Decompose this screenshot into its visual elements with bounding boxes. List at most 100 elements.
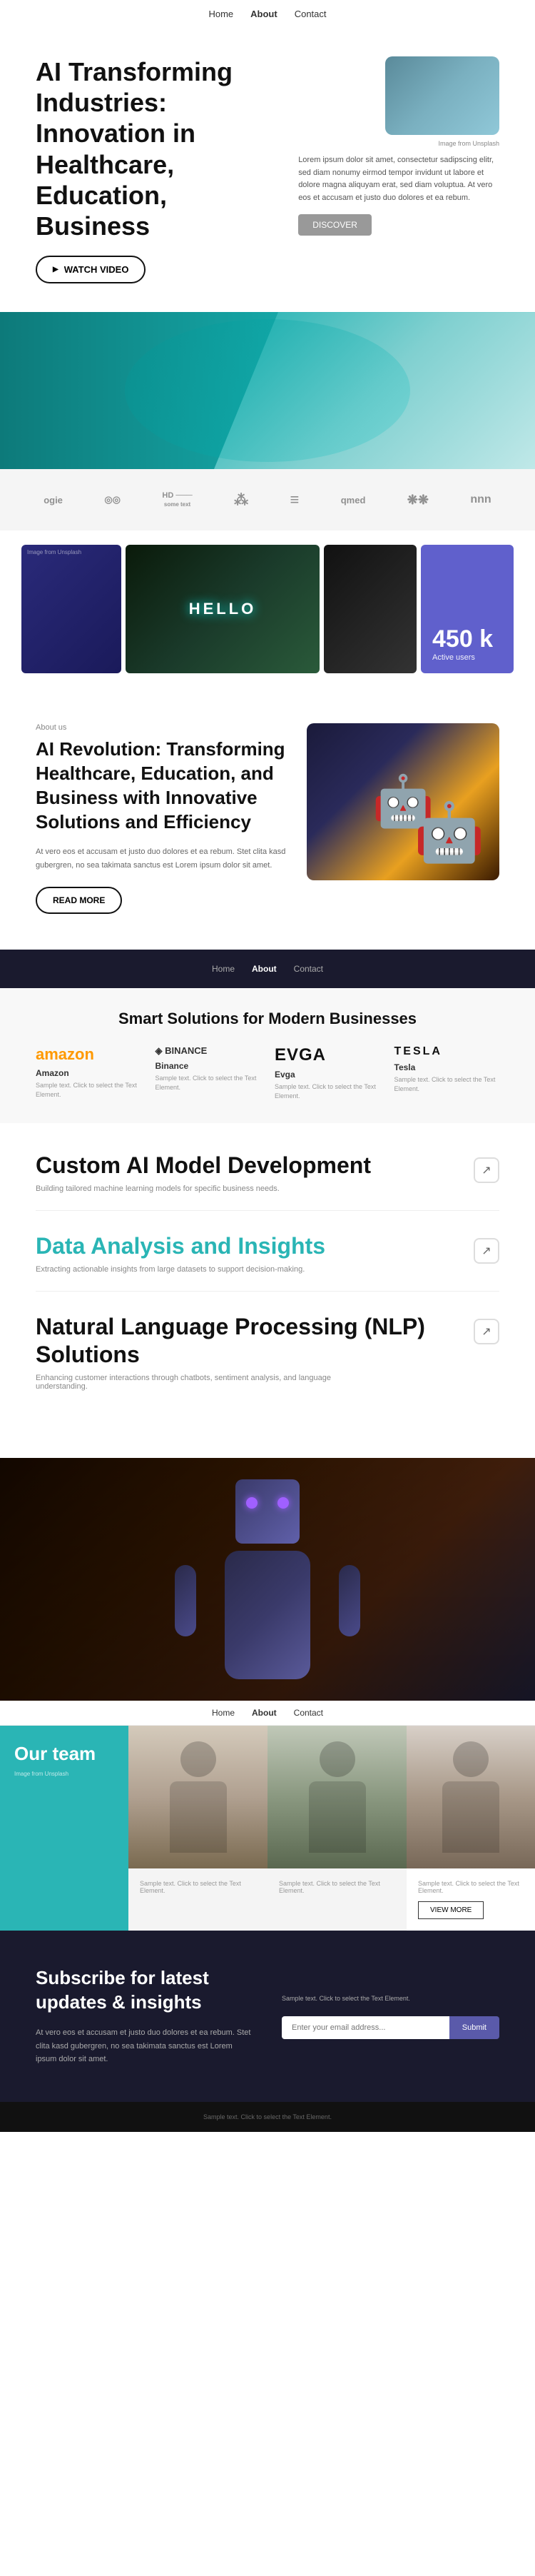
hero-image [385,56,499,135]
service-item-1: Custom AI Model Development Building tai… [36,1152,499,1211]
about-description: At vero eos et accusam et justo duo dolo… [36,845,285,872]
dark-nav-contact[interactable]: Contact [294,964,323,974]
view-more-button[interactable]: VIEW MORE [418,1901,484,1919]
logo-bb: ❋❋ [407,493,429,508]
subscribe-right: Sample text. Click to select the Text El… [282,1966,499,2066]
amazon-name: Amazon [36,1068,141,1078]
hero-title: AI Transforming Industries: Innovation i… [36,56,277,241]
image-grid: Image from Unsplash HELLO 450 k Active u… [0,545,535,673]
dark-nav-strip: Home About Contact [0,950,535,988]
logo-symbol2: ⁂ [234,491,248,509]
binance-desc: Sample text. Click to select the Text El… [156,1074,261,1093]
footer: Sample text. Click to select the Text El… [0,2102,535,2132]
submit-button[interactable]: Submit [449,2016,499,2039]
services-nav-about[interactable]: About [252,1708,277,1718]
hello-text: HELLO [189,600,257,618]
vr-banner-inner [0,312,535,469]
about-right: 🤖 [307,723,499,880]
dark-nav-home[interactable]: Home [212,964,235,974]
dark-strip-nav: Home About Contact [36,964,499,974]
logo-ogie: ogie [44,495,63,505]
service-arrow-2[interactable]: ↗ [474,1238,499,1264]
robot-figure [0,1458,535,1701]
partners-section: Smart Solutions for Modern Businesses am… [0,988,535,1123]
watch-video-button[interactable]: WATCH VIDEO [36,256,146,283]
image-label-small: Image from Unsplash [27,549,81,555]
tesla-logo: TESLA [394,1045,500,1058]
evga-desc: Sample text. Click to select the Text El… [275,1082,380,1102]
robot-image: 🤖 [307,723,499,880]
our-team-label: Our team [14,1743,114,1765]
hero-right: Image from Unsplash Lorem ipsum dolor si… [298,56,499,236]
email-row: Submit [282,2016,499,2039]
subscribe-desc: At vero eos et accusam et justo duo dolo… [36,2026,253,2066]
service-title-2: Data Analysis and Insights [36,1232,499,1259]
discover-button[interactable]: DISCOVER [298,214,372,236]
logo-qmed: qmed [341,495,366,505]
partners-title: Smart Solutions for Modern Businesses [36,1010,499,1028]
amazon-logo: amazon [36,1045,141,1064]
partner-amazon: amazon Amazon Sample text. Click to sele… [36,1045,141,1102]
stat-label: Active users [432,653,502,662]
service-title-3: Natural Language Processing (NLP) Soluti… [36,1313,499,1368]
partner-binance: ◈ BINANCE Binance Sample text. Click to … [156,1045,261,1102]
team-section: Our team Image from Unsplash [0,1726,535,1931]
nav-home[interactable]: Home [208,9,233,19]
services-nav-contact[interactable]: Contact [294,1708,323,1718]
grid-image-3 [324,545,417,673]
service-desc-3: Enhancing customer interactions through … [36,1374,360,1391]
team-info-row: Sample text. Click to select the Text El… [0,1868,535,1931]
subscribe-left: Subscribe for latest updates & insights … [36,1966,253,2066]
amazon-desc: Sample text. Click to select the Text El… [36,1081,141,1100]
service-desc-1: Building tailored machine learning model… [36,1184,360,1193]
about-title: AI Revolution: Transforming Healthcare, … [36,738,285,834]
subscribe-title: Subscribe for latest updates & insights [36,1966,253,2015]
read-more-button[interactable]: READ MORE [36,887,122,914]
email-input[interactable] [282,2016,449,2039]
team-member-2 [268,1726,407,1868]
about-label: About us [36,723,285,732]
tesla-desc: Sample text. Click to select the Text El… [394,1075,500,1095]
service-item-2: Data Analysis and Insights Extracting ac… [36,1232,499,1292]
grid-image-2: HELLO [126,545,320,673]
team-member-1 [128,1726,268,1868]
hero-description: Lorem ipsum dolor sit amet, consectetur … [298,154,499,204]
vr-banner [0,312,535,469]
services-section: Custom AI Model Development Building tai… [0,1123,535,1459]
services-nav-home[interactable]: Home [212,1708,235,1718]
team-info-2: Sample text. Click to select the Text El… [268,1868,407,1931]
team-info-empty [0,1868,128,1931]
tesla-name: Tesla [394,1062,500,1072]
evga-logo: EVGA [275,1045,380,1065]
services-nav-overlay: Home About Contact [0,1701,535,1726]
stat-number: 450 k [432,625,502,653]
evga-name: Evga [275,1070,380,1080]
team-info-3: Sample text. Click to select the Text El… [407,1868,535,1931]
team-image-label: Image from Unsplash [14,1771,114,1777]
logo-hd: HD ───some text [162,491,192,508]
hero-image-label: Image from Unsplash [298,140,499,147]
logo-symbol3: ≡ [290,490,300,509]
subscribe-section: Subscribe for latest updates & insights … [0,1931,535,2102]
service-desc-2: Extracting actionable insights from larg… [36,1265,360,1274]
binance-name: Binance [156,1061,261,1071]
dark-nav-about[interactable]: About [252,964,277,974]
service-item-3: Natural Language Processing (NLP) Soluti… [36,1313,499,1408]
partner-tesla: TESLA Tesla Sample text. Click to select… [394,1045,500,1102]
footer-text: Sample text. Click to select the Text El… [36,2113,499,2120]
partner-evga: EVGA Evga Sample text. Click to select t… [275,1045,380,1102]
partners-grid: amazon Amazon Sample text. Click to sele… [36,1045,499,1102]
about-section: About us AI Revolution: Transforming Hea… [0,688,535,950]
service-arrow-3[interactable]: ↗ [474,1319,499,1344]
logo-nnn: nnn [470,493,491,506]
subscribe-right-desc: Sample text. Click to select the Text El… [282,1993,499,2004]
about-left: About us AI Revolution: Transforming Hea… [36,723,285,914]
nav-contact[interactable]: Contact [295,9,327,19]
team-grid: Our team Image from Unsplash [0,1726,535,1868]
main-nav: Home About Contact [0,0,535,28]
stat-box: 450 k Active users [421,545,514,673]
service-arrow-1[interactable]: ↗ [474,1157,499,1183]
hero-left: AI Transforming Industries: Innovation i… [36,56,277,283]
nav-about[interactable]: About [250,9,277,19]
team-label-card: Our team Image from Unsplash [0,1726,128,1868]
